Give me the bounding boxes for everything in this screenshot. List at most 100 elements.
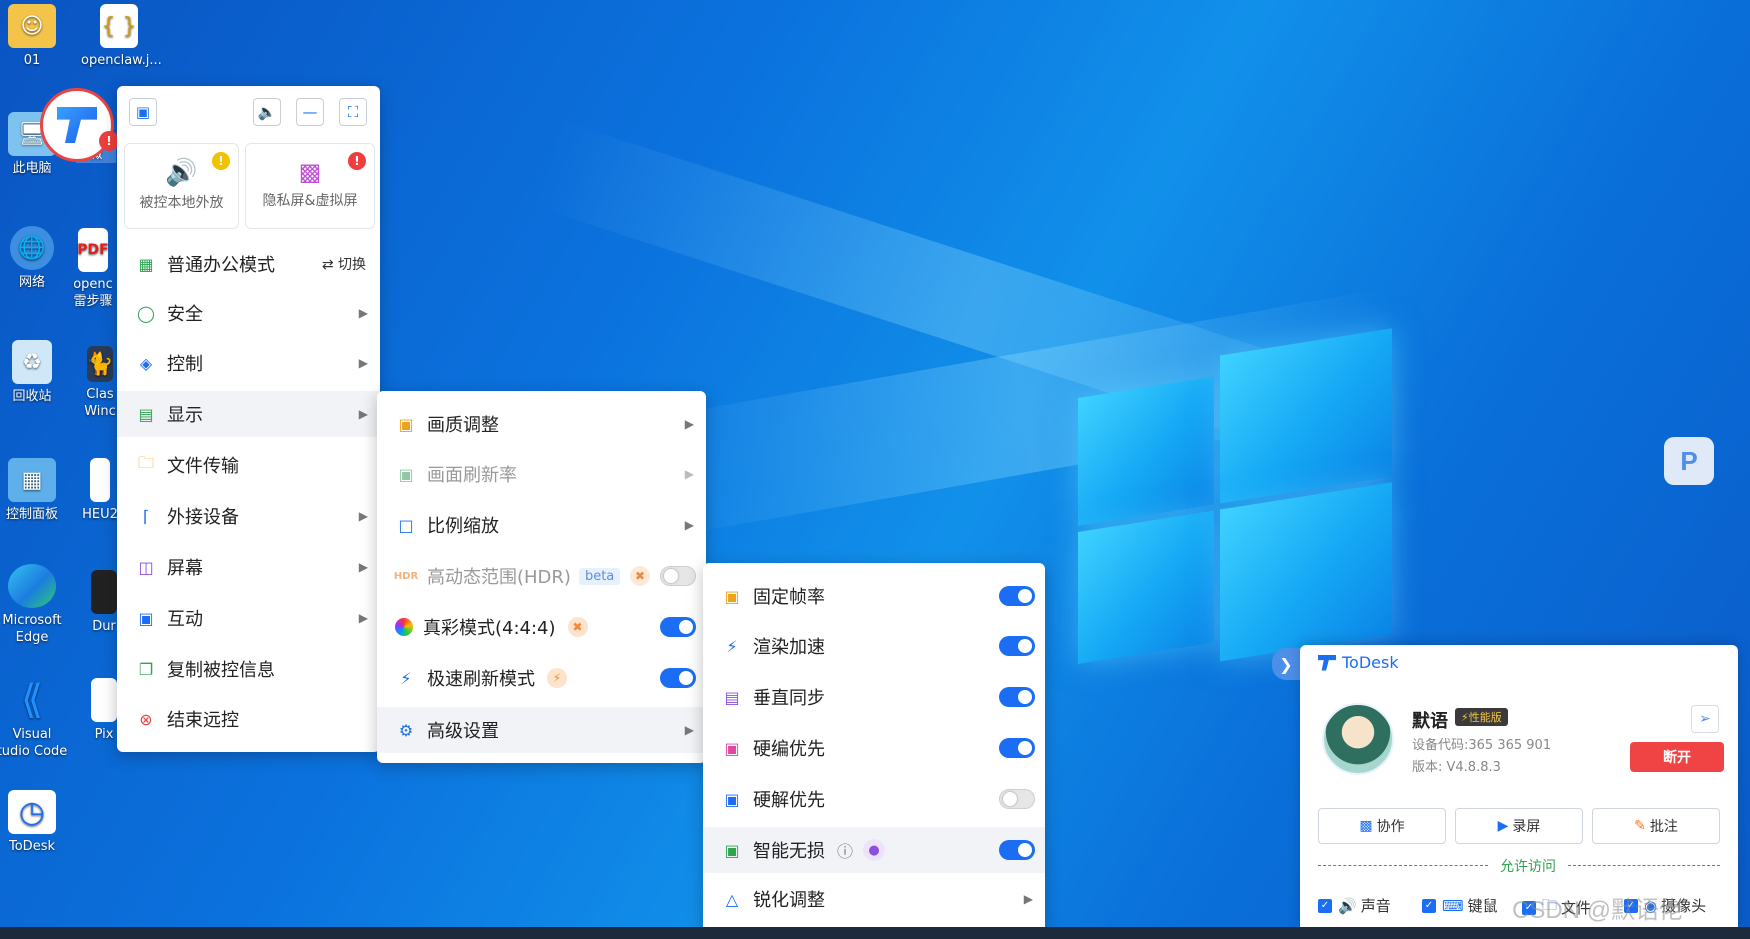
menu-item-interact[interactable]: ▣ 互动 ▶	[117, 595, 380, 641]
submenu-item-fast-refresh[interactable]: ⚡ 极速刷新模式 ⚡	[377, 655, 706, 701]
menu-item-copy-info[interactable]: ❐ 复制被控信息	[117, 646, 380, 692]
desktop-icon-01[interactable]: ☺ 01	[0, 4, 70, 69]
desktop-icon-heu[interactable]: HEU2	[80, 458, 120, 523]
submenu-item-picture-quality[interactable]: ▣ 画质调整 ▶	[377, 401, 706, 447]
record-screen-button[interactable]: ▶ 录屏	[1455, 808, 1583, 844]
desktop-icon-pdf[interactable]: PDF openc 雷步骤	[68, 228, 118, 310]
panel-collapse-button[interactable]: ❯	[1272, 648, 1300, 680]
adv-item-label: 硬编优先	[753, 739, 825, 760]
menu-item-office-mode[interactable]: ▦ 普通办公模式 ⇄ 切换	[117, 241, 380, 287]
menu-item-display[interactable]: ▤ 显示 ▶	[117, 391, 380, 437]
adv-item-vsync[interactable]: ▤ 垂直同步	[703, 674, 1045, 720]
pen-icon: ✎	[1634, 818, 1646, 834]
collaborate-button[interactable]: ▩ 协作	[1318, 808, 1446, 844]
divider	[1568, 865, 1720, 866]
desktop-icon-sublabel: Winc	[84, 404, 116, 419]
cursor-select-button[interactable]: ➢	[1691, 705, 1719, 733]
desktop-icon-recycle-bin[interactable]: ♻ 回收站	[0, 340, 70, 405]
fast-refresh-toggle[interactable]	[660, 668, 696, 688]
chevron-right-icon: ▶	[358, 509, 368, 523]
chevron-right-icon: ▶	[684, 417, 694, 431]
switch-icon: ⇄	[321, 257, 338, 273]
chevron-right-icon: ▶	[358, 306, 368, 320]
hw-encode-toggle[interactable]	[999, 738, 1035, 758]
submenu-item-advanced[interactable]: ⚙ 高级设置 ▶	[377, 707, 706, 753]
chevron-right-icon: ❯	[1279, 654, 1293, 674]
disconnect-button[interactable]: 断开	[1630, 742, 1724, 772]
hw-decode-toggle[interactable]	[999, 789, 1035, 809]
fixed-fps-toggle[interactable]	[999, 586, 1035, 606]
clash-cat-icon: 🐈	[86, 346, 114, 382]
p-app-floating-icon[interactable]: P	[1664, 437, 1714, 485]
avatar	[1322, 703, 1394, 775]
action-label: 批注	[1649, 819, 1678, 835]
fixed-fps-icon: ▣	[724, 586, 740, 606]
menu-item-label: 复制被控信息	[167, 660, 275, 681]
permission-keyboard-mouse[interactable]: ✓ ⌨ 键鼠	[1422, 895, 1498, 916]
desktop-icon-network[interactable]: 🌐 网络	[0, 226, 70, 291]
menu-item-security[interactable]: ◯ 安全 ▶	[117, 290, 380, 336]
menu-item-label: 控制	[167, 354, 203, 375]
desktop-icon-clash[interactable]: 🐈 Clas Winc	[80, 346, 120, 420]
submenu-item-scale[interactable]: □ 比例缩放 ▶	[377, 502, 706, 548]
true-color-toggle[interactable]	[660, 617, 696, 637]
desktop-icon-edge[interactable]: Microsoft Edge	[0, 564, 70, 646]
control-panel-icon: ▦	[8, 458, 56, 502]
annotate-button[interactable]: ✎ 批注	[1592, 808, 1720, 844]
todesk-icon: ◷	[8, 790, 56, 834]
adv-item-fixed-fps[interactable]: ▣ 固定帧率	[703, 573, 1045, 619]
submenu-item-hdr[interactable]: HDR 高动态范围(HDR) beta ✖	[377, 553, 706, 599]
adv-item-ai-lossless[interactable]: ▣ 智能无损 ⓘ ●	[703, 827, 1045, 873]
hdr-toggle[interactable]	[660, 566, 696, 586]
submenu-item-label: 真彩模式(4:4:4)	[423, 618, 556, 639]
pix-shortcut-icon	[91, 678, 117, 722]
adv-item-hw-decode[interactable]: ▣ 硬解优先	[703, 776, 1045, 822]
menu-item-label: 外接设备	[167, 507, 239, 528]
menu-item-end-remote[interactable]: ⊗ 结束远控	[117, 696, 380, 742]
fullscreen-button[interactable]: ⛶	[339, 98, 367, 126]
permission-audio[interactable]: ✓ 🔊 声音	[1318, 895, 1391, 916]
submenu-item-true-color[interactable]: 真彩模式(4:4:4) ✖	[377, 604, 706, 650]
picture-quality-icon: ▣	[398, 414, 414, 434]
quick-action-label: 隐私屏&虚拟屏	[262, 193, 358, 209]
desktop-icon-sublabel: Edge	[15, 630, 49, 645]
ai-lossless-toggle[interactable]	[999, 840, 1035, 860]
floating-ball-alert-icon: !	[99, 131, 119, 151]
desktop-icon-sublabel: 雷步骤	[73, 294, 113, 309]
submenu-item-label: 画面刷新率	[427, 465, 517, 486]
menu-item-file-transfer[interactable]: 🗀 文件传输	[117, 442, 380, 488]
adv-item-hw-encode[interactable]: ▣ 硬编优先	[703, 725, 1045, 771]
menu-item-external-devices[interactable]: ⌈ 外接设备 ▶	[117, 493, 380, 539]
menu-item-control[interactable]: ◈ 控制 ▶	[117, 340, 380, 386]
menu-item-label: 屏幕	[167, 558, 203, 579]
menu-item-screen[interactable]: ◫ 屏幕 ▶	[117, 544, 380, 590]
triangle-icon: △	[725, 889, 739, 909]
render-boost-toggle[interactable]	[999, 636, 1035, 656]
quick-action-privacy-screen[interactable]: ▩ 隐私屏&虚拟屏 !	[245, 143, 375, 229]
action-label: 协作	[1376, 819, 1405, 835]
info-icon[interactable]: ⓘ	[837, 838, 853, 862]
checkbox-checked-icon: ✓	[1318, 898, 1332, 913]
warning-badge-icon: !	[212, 152, 230, 170]
desktop-icon-control-panel[interactable]: ▦ 控制面板	[0, 458, 70, 523]
switch-mode-button[interactable]: ⇄ 切换	[322, 254, 366, 274]
copy-icon: ❐	[138, 659, 154, 679]
desktop-icon-vscode[interactable]: ⟪ Visual tudio Code	[0, 678, 70, 760]
adv-item-render-boost[interactable]: ⚡ 渲染加速	[703, 623, 1045, 669]
collaborate-icon: ▩	[1359, 818, 1373, 834]
monitor-select-button[interactable]: ▣	[129, 98, 157, 126]
hw-encode-icon: ▣	[724, 738, 740, 758]
desktop-icon-todesk[interactable]: ◷ ToDesk	[0, 790, 70, 855]
fast-refresh-icon: ⚡	[400, 668, 412, 688]
app-shortcut-icon	[91, 570, 117, 614]
quick-action-local-audio[interactable]: 🔊 被控本地外放 !	[124, 143, 239, 229]
minimize-button[interactable]: —	[296, 98, 324, 126]
adv-item-sharpen[interactable]: △ 锐化调整 ▶	[703, 876, 1045, 922]
todesk-floating-ball[interactable]: !	[40, 88, 119, 162]
vsync-toggle[interactable]	[999, 687, 1035, 707]
submenu-item-refresh-rate[interactable]: ▣ 画面刷新率 ▶	[377, 451, 706, 497]
desktop-icon-json[interactable]: { } openclaw.j...	[81, 4, 162, 69]
desktop-icon-label: 回收站	[12, 389, 52, 404]
volume-button[interactable]: 🔈	[253, 98, 281, 126]
submenu-item-label: 比例缩放	[427, 516, 499, 537]
